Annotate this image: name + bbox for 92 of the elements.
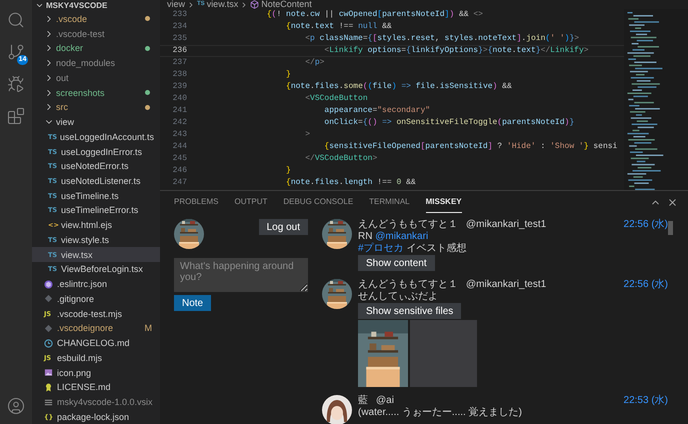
code-line: } (285, 166, 291, 176)
link[interactable]: @mikankari (375, 231, 428, 242)
lines-icon (44, 398, 53, 407)
link[interactable]: #プロセカ (358, 243, 404, 254)
cube-icon (250, 0, 260, 9)
diamond-icon (44, 324, 53, 333)
show-button[interactable]: Show content (358, 255, 435, 271)
line-number: 238 (172, 70, 187, 80)
breadcrumb-item[interactable]: view (167, 0, 186, 9)
code-line: </p> (304, 58, 324, 68)
line-number: 241 (172, 106, 187, 116)
tree-item[interactable]: .vscode-test (32, 26, 160, 42)
line-number: 233 (172, 10, 187, 20)
panel-tab[interactable]: DEBUG CONSOLE (283, 191, 354, 213)
note-button[interactable]: Note (174, 295, 212, 311)
tree-item[interactable]: LICENSE.md (32, 380, 160, 395)
hexagon-icon (44, 280, 53, 289)
note-text: せんしてぃぶだよ (358, 291, 439, 303)
tree-item[interactable]: view (32, 114, 160, 130)
line-number: 242 (172, 118, 187, 128)
extensions-icon[interactable] (7, 107, 25, 125)
scrollbar-thumb[interactable] (668, 221, 673, 235)
account-icon[interactable] (7, 397, 25, 415)
line-number: 237 (172, 58, 187, 68)
breadcrumb-item[interactable]: view.tsx (206, 0, 238, 9)
tree-item[interactable]: .gitignore (32, 292, 160, 306)
line-number: 240 (172, 94, 187, 104)
tree-item[interactable]: screenshots (32, 85, 160, 100)
line-number: 245 (172, 154, 187, 164)
tree-item[interactable]: src (32, 100, 160, 115)
code-line: {(! note.cw || cwOpened[parentsNoteId]) && <> (266, 10, 483, 20)
run-debug-icon[interactable] (7, 75, 25, 93)
git-status-letter: M (144, 323, 152, 334)
tree-item[interactable]: CHANGELOG.md (32, 336, 160, 350)
line-number: 236 (172, 46, 187, 56)
logout-button[interactable]: Log out (258, 219, 308, 235)
image-icon (44, 368, 53, 378)
note-text: (water..... うぉーたー..... 覚えました) (358, 407, 523, 419)
code-line: {note.files.length !== 0 && (285, 178, 416, 188)
panel-tab[interactable]: OUTPUT (234, 191, 268, 213)
show-button[interactable]: Show sensitive files (358, 303, 462, 319)
tree-item[interactable]: docker (32, 41, 160, 56)
note-time[interactable]: 22:56 (水) (624, 219, 668, 231)
diamond-icon (44, 294, 53, 304)
note-text: #プロセカ イベスト感想 (358, 243, 468, 255)
author-handle: @mikankari_test1 (466, 279, 546, 291)
code-line: {sensitiveFileOpened[parentsNoteId] ? 'Hide' : 'Show '} sensi (323, 142, 618, 152)
ribbon-icon (44, 382, 53, 392)
code-line: > (304, 130, 310, 140)
code-line: appearance="secondary" (323, 106, 430, 116)
code-line: <Linkify options={linkifyOptions}>{note.text}</Linkify> (323, 46, 589, 56)
line-number: 247 (172, 178, 187, 188)
author-name: えんどうももてすと１ (358, 219, 458, 231)
author-handle: @ai (376, 395, 394, 407)
tree-item[interactable]: .eslintrc.json (32, 276, 160, 292)
note-time[interactable]: 22:53 (水) (624, 395, 668, 407)
line-number: 235 (172, 34, 187, 44)
line-number: 244 (172, 142, 187, 152)
tree-item[interactable]: .vscodeignore M (32, 320, 160, 336)
image-placeholder (410, 320, 477, 387)
panel-tab[interactable]: PROBLEMS (174, 191, 218, 213)
close-icon[interactable] (667, 196, 678, 208)
code-line: <p className={[styles.reset, styles.noteText].join(' ')}> (304, 34, 580, 44)
line-number: 243 (172, 130, 187, 140)
tree-item[interactable]: out (32, 70, 160, 86)
tree-item[interactable]: node_modules (32, 56, 160, 70)
code-line: {note.text !== null && (285, 22, 392, 32)
breadcrumb-item[interactable]: NoteContent (261, 0, 312, 9)
input-field[interactable]: What's happening around you? (174, 258, 308, 292)
code-line: <VSCodeButton (304, 94, 368, 104)
note-text: RN @mikankari (358, 231, 430, 242)
source-control-icon[interactable] (7, 43, 25, 61)
line-number: 234 (172, 22, 187, 32)
explorer-title: MSKY4VSCODE (46, 0, 108, 11)
author-handle: @mikankari_test1 (466, 219, 546, 231)
line-number: 246 (172, 166, 187, 176)
code-line: </VSCodeButton> (304, 154, 378, 164)
author-name: えんどうももてすと１ (358, 279, 458, 291)
avatar-icon (322, 395, 352, 424)
tree-item[interactable]: msky4vscode-1.0.0.vsix (32, 394, 160, 410)
code-line: } (285, 70, 291, 80)
code-line: {note.files.some((file) => file.isSensitive) && (285, 82, 512, 92)
panel-tab[interactable]: MISSKEY (426, 191, 462, 213)
line-number: 239 (172, 82, 187, 92)
panel-tab[interactable]: TERMINAL (369, 191, 410, 213)
clock-icon (44, 338, 53, 348)
code-line: onClick={() => onSensitiveFileToggle(parentsNoteId)} (323, 118, 574, 128)
tree-item[interactable]: icon.png (32, 365, 160, 380)
note-time[interactable]: 22:56 (水) (624, 279, 668, 291)
author-name: 藍 (358, 395, 368, 407)
tree-item[interactable]: .vscode (32, 12, 160, 26)
search-icon[interactable] (7, 11, 25, 29)
